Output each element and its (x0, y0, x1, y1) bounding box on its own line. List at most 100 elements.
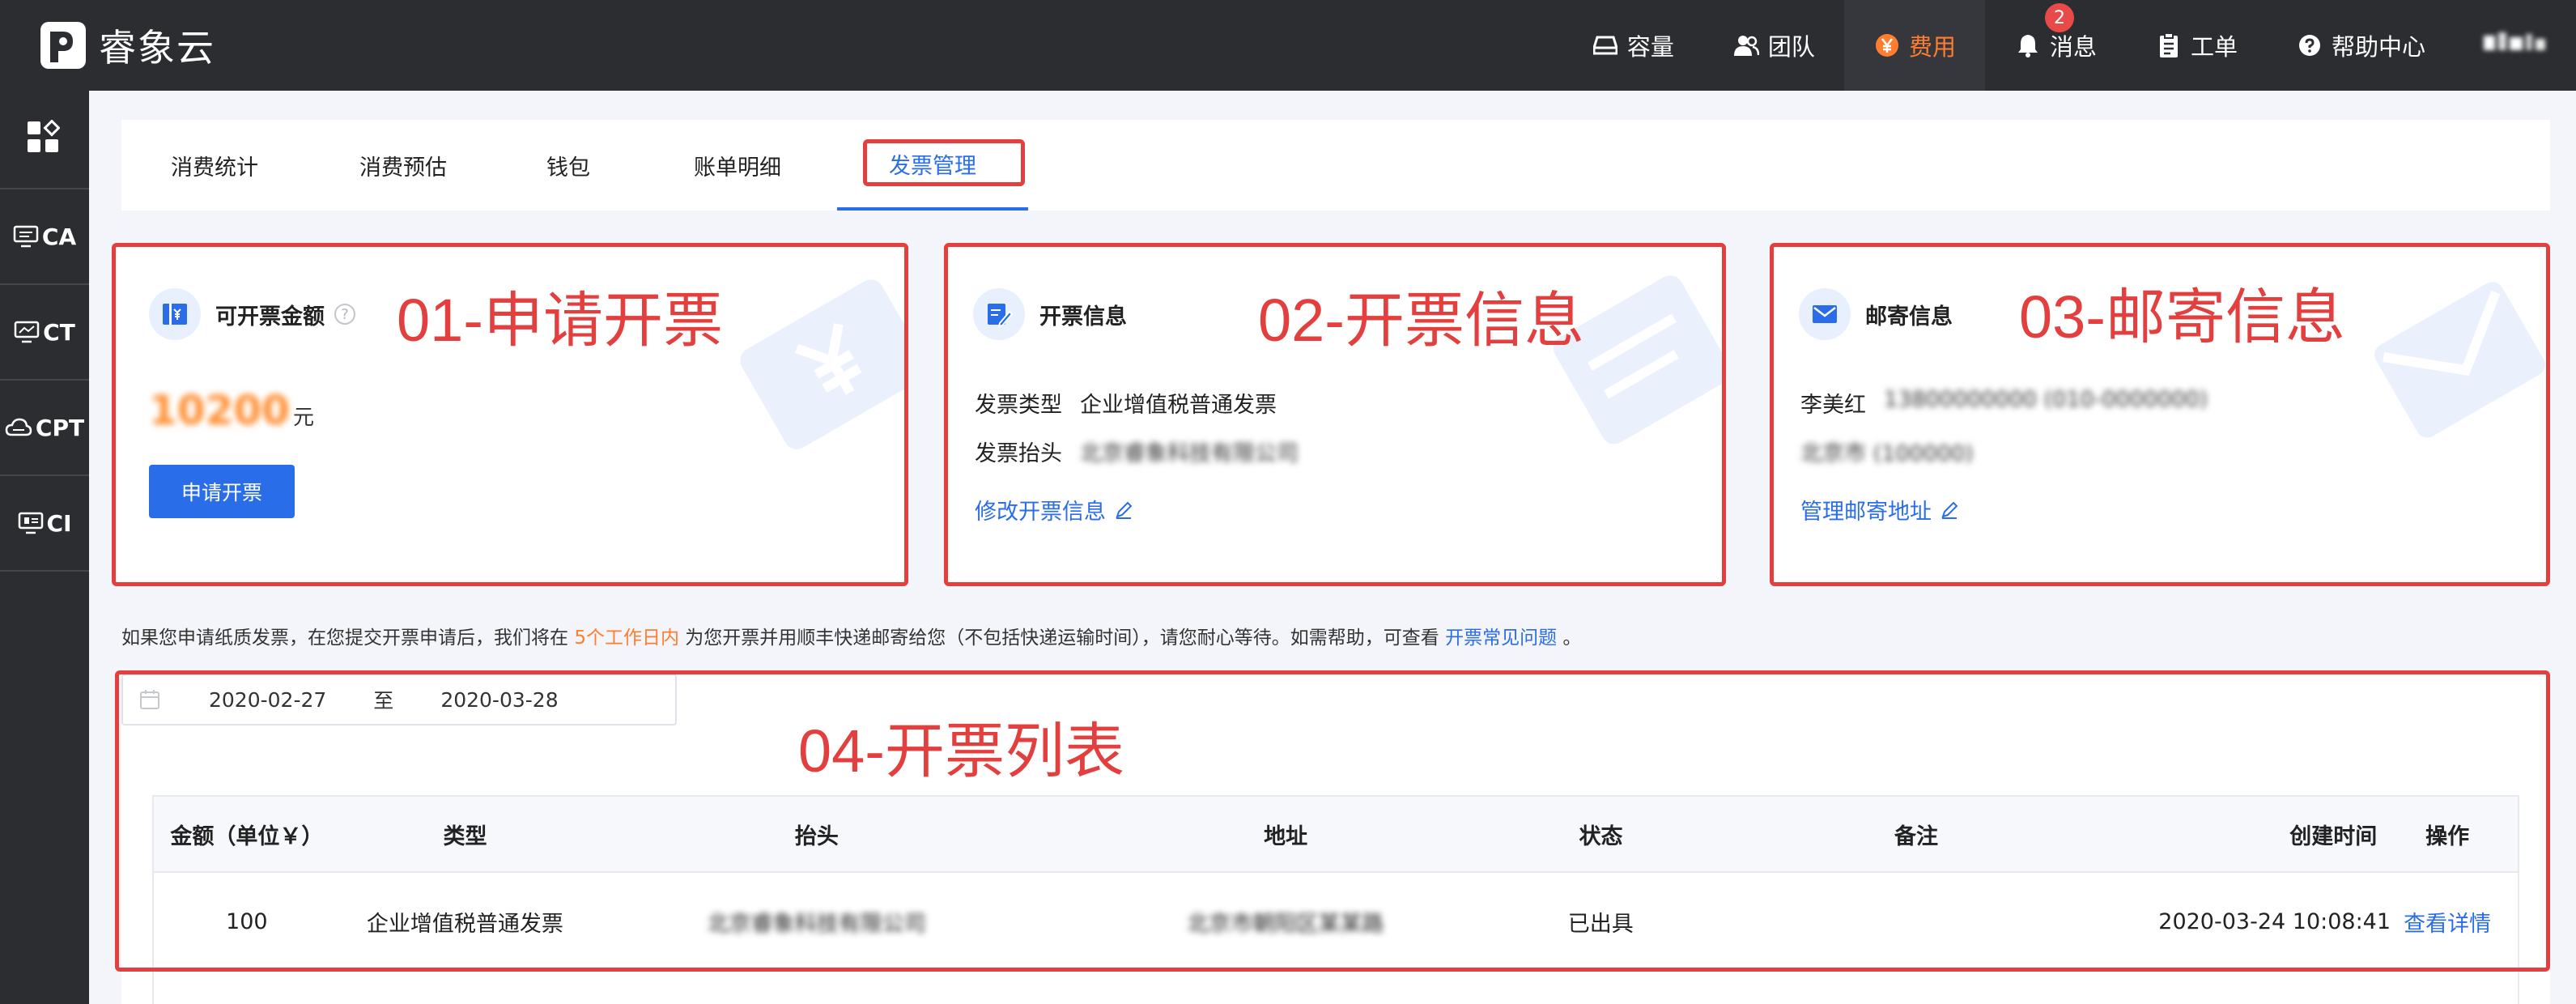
sidebar-item-ct-label: CT (43, 318, 75, 346)
tab-label: 消费预估 (359, 155, 447, 181)
avatar (2484, 31, 2548, 61)
nav-billing-label: 费用 (1908, 33, 1956, 61)
yen-icon (1873, 32, 1901, 59)
clipboard-icon (2155, 32, 2183, 59)
ticket-watermark-icon (740, 279, 907, 449)
invoiceable-amount: 10200 元 (149, 387, 314, 434)
row-address: 北京市朝阳区某某路 (1187, 911, 1384, 937)
postcode-row: 北京市 (100000) (1800, 436, 1974, 467)
help-question-icon[interactable]: ? (334, 304, 355, 325)
view-details-link[interactable]: 查看详情 (2377, 906, 2518, 938)
brand-logo[interactable]: 睿象云 (39, 19, 215, 71)
nav-capacity[interactable]: 容量 (1562, 0, 1703, 91)
edit-invoice-info-link[interactable]: 修改开票信息 (975, 494, 1133, 525)
sidebar-item-ct[interactable]: CT (0, 285, 89, 381)
nav-capacity-label: 容量 (1626, 33, 1674, 61)
table-header: 金额（单位￥） 类型 抬头 地址 状态 备注 创建时间 操作 (154, 797, 2518, 873)
tab-bill-details[interactable]: 账单明细 (638, 120, 837, 211)
apply-invoice-button[interactable]: 申请开票 (149, 465, 295, 518)
sidebar-item-ci-label: CI (46, 509, 72, 537)
sidebar-item-ca[interactable]: CA (0, 189, 89, 285)
manage-address-link[interactable]: 管理邮寄地址 (1800, 494, 1959, 525)
apps-icon (26, 118, 63, 160)
top-nav: 容量 团队 费用 消息 2 工单 帮助中心 (1562, 0, 2576, 91)
invoice-table: 金额（单位￥） 类型 抬头 地址 状态 备注 创建时间 操作 100 企业增值税… (152, 795, 2519, 1004)
row-amount: 100 (226, 908, 268, 934)
sidebar-item-cpt[interactable]: CPT (0, 381, 89, 476)
recipient-row: 李美红 13800000000 (010-0000000) (1800, 387, 2208, 419)
row-status: 已出具 (1567, 911, 1634, 937)
col-actions: 操作 (2425, 823, 2470, 849)
invoice-type-value: 企业增值税普通发票 (1080, 393, 1277, 418)
notice-highlight: 5个工作日内 (574, 628, 679, 649)
tab-consumption-stats[interactable]: 消费统计 (121, 120, 308, 211)
billing-tabs: 消费统计 消费预估 钱包 账单明细 发票管理 (121, 120, 2550, 211)
envelope-icon (1799, 288, 1851, 340)
cloud-icon (5, 418, 32, 436)
faq-link[interactable]: 开票常见问题 (1445, 628, 1557, 649)
invoice-header-label: 发票抬头 (975, 441, 1062, 466)
tab-label: 消费统计 (171, 155, 258, 181)
question-icon (2296, 32, 2323, 59)
tab-highlight-outline (863, 139, 1025, 186)
tab-wallet[interactable]: 钱包 (499, 120, 638, 211)
annotation-01: 01-申请开票 (397, 287, 723, 354)
disk-icon (1592, 32, 1619, 59)
brand-name: 睿象云 (99, 26, 215, 70)
invoice-icon (149, 288, 201, 340)
nav-messages-label: 消息 (2049, 33, 2097, 61)
date-range-picker[interactable]: 2020-02-27 至 2020-03-28 (121, 674, 677, 725)
col-status: 状态 (1579, 823, 1623, 849)
start-date-input[interactable]: 2020-02-27 (209, 688, 326, 712)
card-mailing-header: 邮寄信息 (1799, 288, 1953, 340)
invoice-type-label: 发票类型 (975, 393, 1062, 418)
manage-address-label: 管理邮寄地址 (1800, 500, 1932, 525)
nav-billing[interactable]: 费用 (1843, 0, 1985, 91)
sidebar-item-apps[interactable] (0, 91, 89, 189)
product-sidebar: CA CT CPT CI (0, 91, 89, 1004)
nav-help[interactable]: 帮助中心 (2267, 0, 2455, 91)
user-avatar-menu[interactable] (2455, 0, 2576, 91)
monitor-icon (13, 225, 39, 248)
team-icon (1732, 32, 1760, 59)
annotation-02: 02-开票信息 (1258, 287, 1584, 354)
col-amount: 金额（单位￥） (170, 823, 324, 849)
pencil-icon (1116, 501, 1133, 519)
col-created: 创建时间 (2289, 823, 2378, 849)
amount-unit: 元 (292, 406, 314, 430)
row-header: 北京睿象科技有限公司 (707, 911, 926, 937)
top-bar: 睿象云 容量 团队 费用 消息 2 工单 帮助中心 (0, 0, 2576, 91)
edit-document-icon (973, 288, 1025, 340)
table-row: 100 企业增值税普通发票 北京睿象科技有限公司 北京市朝阳区某某路 已出具 2… (154, 873, 2518, 970)
envelope-watermark-icon (2374, 282, 2545, 438)
pencil-icon (1941, 501, 1958, 519)
nav-tickets[interactable]: 工单 (2126, 0, 2267, 91)
col-remark: 备注 (1894, 823, 1938, 849)
nav-team[interactable]: 团队 (1703, 0, 1844, 91)
card-invoice-info-header: 开票信息 (973, 288, 1127, 340)
card-mailing-title: 邮寄信息 (1865, 304, 1953, 330)
nav-messages[interactable]: 消息 2 (1985, 0, 2126, 91)
col-address: 地址 (1264, 823, 1308, 849)
annotation-04: 04-开票列表 (798, 717, 1124, 785)
monitor-list-icon (18, 512, 43, 534)
notice-end: 。 (1562, 628, 1582, 649)
sidebar-item-ci[interactable]: CI (0, 476, 89, 572)
recipient-name: 李美红 (1800, 393, 1866, 418)
tab-label: 账单明细 (694, 155, 781, 181)
notice-text-1: 如果您申请纸质发票，在您提交开票申请后，我们将在 (121, 628, 568, 649)
edit-invoice-info-label: 修改开票信息 (975, 500, 1106, 525)
bell-icon (2014, 32, 2042, 59)
message-count-badge: 2 (2044, 3, 2074, 32)
tab-invoice-management[interactable]: 发票管理 (837, 120, 1028, 211)
tab-consumption-forecast[interactable]: 消费预估 (308, 120, 499, 211)
monitor-chart-icon (14, 321, 40, 343)
date-separator: 至 (373, 689, 394, 713)
recipient-postcode: 北京市 (100000) (1800, 441, 1974, 466)
annotation-03: 03-邮寄信息 (2019, 283, 2345, 351)
col-type: 类型 (443, 823, 487, 849)
end-date-input[interactable]: 2020-03-28 (440, 688, 558, 712)
invoice-type-row: 发票类型 企业增值税普通发票 (975, 387, 1277, 419)
row-created: 2020-03-24 10:08:41 (2158, 908, 2391, 934)
sidebar-item-cpt-label: CPT (35, 414, 85, 441)
